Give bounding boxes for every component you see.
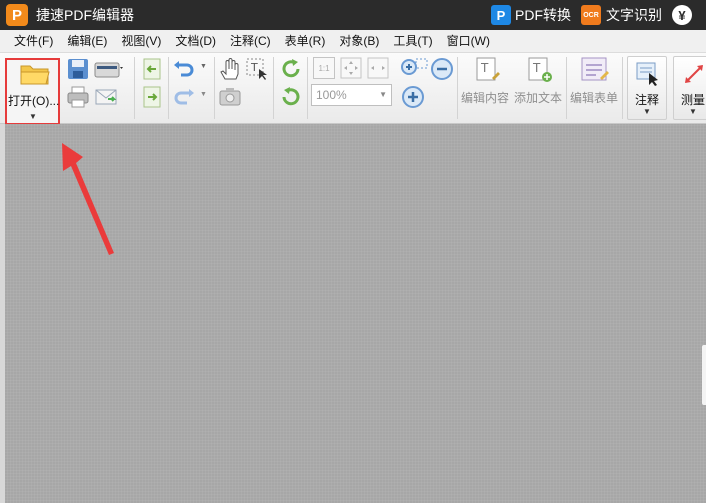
menu-view[interactable]: 视图(V) <box>115 30 169 53</box>
menu-file[interactable]: 文件(F) <box>8 30 61 53</box>
zoom-in-icon[interactable] <box>401 85 425 109</box>
menu-document[interactable]: 文档(D) <box>169 30 224 53</box>
folder-open-icon <box>20 65 50 85</box>
document-area[interactable] <box>0 124 706 503</box>
open-dropdown-icon: ▼ <box>29 112 37 121</box>
edit-content-label[interactable]: 编辑内容 <box>461 89 509 106</box>
ocr-icon: OCR <box>581 5 601 25</box>
menu-window[interactable]: 窗口(W) <box>441 30 498 53</box>
measure-icon <box>685 65 703 83</box>
title-bar: P 捷速PDF编辑器 P PDF转换 OCR 文字识别 ¥ <box>0 0 706 30</box>
menu-comment[interactable]: 注释(C) <box>224 30 279 53</box>
next-page-icon[interactable] <box>140 85 164 109</box>
fit-width-icon[interactable] <box>367 57 389 79</box>
zoom-value: 100% <box>316 88 347 102</box>
menu-object[interactable]: 对象(B) <box>333 30 387 53</box>
app-title: 捷速PDF编辑器 <box>36 7 134 23</box>
right-panel-handle[interactable] <box>702 345 706 405</box>
fit-page-icon[interactable] <box>340 57 362 79</box>
annotate-dropdown-icon: ▼ <box>643 107 651 116</box>
pdf-convert-icon: P <box>491 5 511 25</box>
ocr-button[interactable]: OCR 文字识别 <box>581 5 662 25</box>
title-bar-actions: P PDF转换 OCR 文字识别 ¥ <box>491 0 706 30</box>
menu-bar: 文件(F) 编辑(E) 视图(V) 文档(D) 注释(C) 表单(R) 对象(B… <box>0 30 706 53</box>
pdf-convert-label: PDF转换 <box>515 7 571 23</box>
measure-dropdown-icon: ▼ <box>689 107 697 116</box>
snapshot-icon[interactable] <box>218 85 242 109</box>
annotate-button[interactable]: 注释 ▼ <box>627 56 667 120</box>
zoom-dropdown-icon: ▼ <box>379 90 387 99</box>
redo-icon[interactable] <box>172 85 196 109</box>
print-icon[interactable] <box>66 85 90 109</box>
measure-label: 测量 <box>680 93 705 107</box>
pdf-convert-button[interactable]: P PDF转换 <box>491 5 571 25</box>
left-panel-edge <box>0 124 5 503</box>
svg-text:T: T <box>532 61 541 75</box>
undo-dropdown-icon[interactable]: ▼ <box>200 63 207 70</box>
add-text-icon[interactable]: T <box>526 56 554 84</box>
hand-tool-icon[interactable] <box>218 57 242 81</box>
menu-tools[interactable]: 工具(T) <box>387 30 440 53</box>
select-text-icon[interactable]: T <box>245 57 269 81</box>
zoom-select[interactable]: 100% ▼ <box>311 84 392 106</box>
actual-size-icon[interactable]: 1:1 <box>313 57 335 79</box>
measure-button[interactable]: 测量 ▼ <box>673 56 706 120</box>
app-logo: P <box>6 4 28 26</box>
undo-icon[interactable] <box>172 57 196 81</box>
open-button-label: 打开(O)... <box>8 94 60 108</box>
edit-content-icon[interactable]: T <box>474 56 502 84</box>
open-button[interactable]: 打开(O)... ▼ <box>5 58 60 125</box>
menu-edit[interactable]: 编辑(E) <box>61 30 115 53</box>
annotate-label: 注释 <box>634 93 659 107</box>
yen-icon: ¥ <box>672 5 692 25</box>
edit-form-icon[interactable] <box>580 56 610 84</box>
toolbar: 打开(O)... ▼ ▼ ▼ T 1:1 100% ▼ T 编辑内容 T 添加文… <box>0 53 706 125</box>
marquee-zoom-icon[interactable] <box>399 57 429 81</box>
ocr-label: 文字识别 <box>606 7 662 23</box>
rotate-clockwise-icon[interactable] <box>279 57 303 81</box>
add-text-label[interactable]: 添加文本 <box>514 89 562 106</box>
menu-form[interactable]: 表单(R) <box>279 30 334 53</box>
annotate-icon <box>636 62 658 86</box>
redo-dropdown-icon[interactable]: ▼ <box>200 91 207 98</box>
scanner-icon[interactable] <box>94 57 124 81</box>
save-icon[interactable] <box>66 57 90 81</box>
email-icon[interactable] <box>94 85 118 109</box>
vip-button[interactable]: ¥ <box>672 5 696 25</box>
zoom-out-icon[interactable] <box>430 57 454 81</box>
svg-text:T: T <box>250 61 258 74</box>
previous-page-icon[interactable] <box>140 57 164 81</box>
rotate-counterclockwise-icon[interactable] <box>279 85 303 109</box>
edit-form-label[interactable]: 编辑表单 <box>570 89 618 106</box>
svg-text:T: T <box>480 61 489 75</box>
